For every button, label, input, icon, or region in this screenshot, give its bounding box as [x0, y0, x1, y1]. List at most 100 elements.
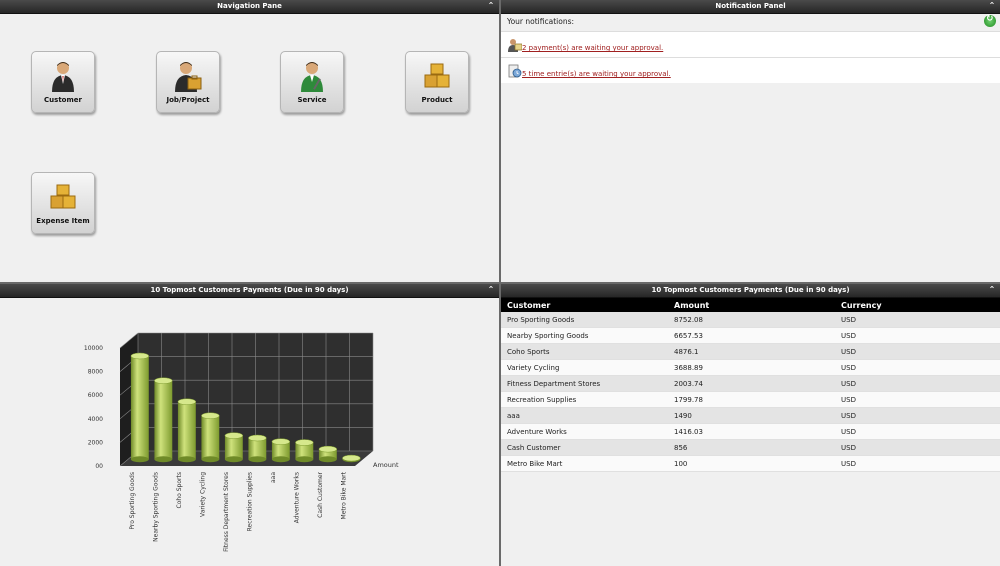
chart-bar-top	[177, 398, 197, 405]
chart-bar-base	[295, 456, 314, 463]
chart-bar	[201, 415, 220, 460]
payment-approval-link[interactable]: 2 payment(s) are waiting your approval.	[522, 44, 663, 52]
column-header-customer[interactable]: Customer	[501, 298, 668, 312]
collapse-icon[interactable]: ⌃	[486, 0, 496, 13]
y-tick-label: 6000	[88, 392, 103, 399]
table-row[interactable]: aaa 1490 USD	[501, 407, 1000, 424]
y-tick-label: 10000	[84, 345, 103, 352]
customer-cell: Metro Bike Mart	[501, 455, 668, 472]
x-tick-label: Coho Sports	[176, 472, 183, 508]
currency-cell: USD	[835, 359, 1000, 376]
notification-item: 2 payment(s) are waiting your approval.	[501, 31, 1000, 57]
customer-cell: aaa	[501, 407, 668, 424]
notification-panel-header: Notification Panel ⌃	[501, 0, 1000, 14]
currency-cell: USD	[835, 391, 1000, 408]
chart-bar	[177, 401, 196, 460]
y-tick-label: 4000	[88, 416, 103, 423]
table-row[interactable]: Fitness Department Stores 2003.74 USD	[501, 375, 1000, 392]
job-project-button[interactable]: Job/Project	[156, 51, 220, 113]
customer-cell: Coho Sports	[501, 343, 668, 360]
chart-bar-top	[271, 438, 291, 445]
chart-bar-top	[224, 432, 244, 439]
navigation-pane: Navigation Pane ⌃ Customer Job/Project S…	[0, 0, 499, 282]
amount-cell: 6657.53	[668, 327, 835, 344]
expense-item-icon	[50, 184, 76, 209]
amount-cell: 2003.74	[668, 375, 835, 392]
currency-cell: USD	[835, 343, 1000, 360]
table-row[interactable]: Recreation Supplies 1799.78 USD	[501, 391, 1000, 408]
navigation-pane-title: Navigation Pane	[217, 2, 282, 10]
payments-bar-chart: 00 2000 4000 6000 8000 10000 Pro Sporting Good…	[84, 332, 399, 552]
job-project-button-label: Job/Project	[166, 96, 210, 104]
expense-item-button[interactable]: Expense Item	[31, 172, 95, 234]
chart-bar-top	[248, 434, 267, 442]
table-row[interactable]: Coho Sports 4876.1 USD	[501, 343, 1000, 360]
amount-cell: 8752.08	[668, 312, 835, 328]
customer-cell: Pro Sporting Goods	[501, 312, 668, 328]
chart-bar-base	[271, 456, 290, 463]
customer-button[interactable]: Customer	[31, 51, 95, 113]
amount-cell: 1490	[668, 407, 835, 424]
chart-bar-base	[177, 456, 196, 463]
table-panel-header: 10 Topmost Customers Payments (Due in 90…	[501, 284, 1000, 298]
table-row[interactable]: Metro Bike Mart 100 USD	[501, 455, 1000, 472]
table-row[interactable]: Adventure Works 1416.03 USD	[501, 423, 1000, 440]
x-tick-label: Nearby Sporting Goods	[152, 472, 159, 542]
amount-cell: 100	[668, 455, 835, 472]
chart-bar-top	[318, 445, 338, 453]
chart-bar	[224, 435, 243, 460]
collapse-icon[interactable]: ⌃	[987, 284, 997, 297]
navigation-pane-header: Navigation Pane ⌃	[0, 0, 499, 14]
service-button[interactable]: Service	[280, 51, 344, 113]
table-row[interactable]: Pro Sporting Goods 8752.08 USD	[501, 312, 1000, 328]
column-header-currency[interactable]: Currency	[835, 298, 1000, 312]
chart-bar-top	[295, 439, 314, 446]
chart-panel-title: 10 Topmost Customers Payments (Due in 90…	[150, 286, 349, 294]
x-tick-label: Recreation Supplies	[246, 472, 253, 531]
expense-item-button-label: Expense Item	[36, 217, 90, 225]
amount-cell: 1799.78	[668, 391, 835, 408]
customer-cell: Adventure Works	[501, 423, 668, 440]
table-row[interactable]: Nearby Sporting Goods 6657.53 USD	[501, 327, 1000, 344]
job-project-icon	[175, 62, 202, 92]
chart-bar-base	[224, 456, 243, 463]
currency-cell: USD	[835, 375, 1000, 392]
chart-bar-base	[130, 456, 149, 463]
amount-cell: 856	[668, 439, 835, 456]
service-icon	[301, 62, 323, 92]
notification-item: 5 time entrie(s) are waiting your approv…	[501, 57, 1000, 83]
product-icon	[424, 63, 450, 88]
table-header-row: Customer Amount Currency	[501, 298, 1000, 312]
currency-cell: USD	[835, 423, 1000, 440]
customer-cell: Variety Cycling	[501, 359, 668, 376]
collapse-icon[interactable]: ⌃	[987, 0, 997, 13]
time-entry-approval-link[interactable]: 5 time entrie(s) are waiting your approv…	[522, 70, 671, 78]
customer-cell: Nearby Sporting Goods	[501, 327, 668, 344]
product-button[interactable]: Product	[405, 51, 469, 113]
table-row[interactable]: Variety Cycling 3688.89 USD	[501, 359, 1000, 376]
table-row[interactable]: Cash Customer 856 USD	[501, 439, 1000, 456]
series-label: Amount	[373, 461, 399, 469]
notifications-heading: Your notifications:	[507, 17, 575, 26]
amount-cell: 3688.89	[668, 359, 835, 376]
product-button-label: Product	[421, 96, 453, 104]
payments-table-panel: 10 Topmost Customers Payments (Due in 90…	[501, 284, 1000, 566]
x-tick-label: Variety Cycling	[199, 472, 206, 517]
collapse-icon[interactable]: ⌃	[486, 284, 496, 297]
time-entry-icon	[508, 64, 522, 78]
refresh-icon[interactable]	[984, 14, 996, 27]
x-tick-label: aaa	[270, 472, 277, 483]
x-tick-label: Cash Customer	[317, 471, 324, 517]
customer-cell: Fitness Department Stores	[501, 375, 668, 392]
chart-bar-base	[318, 456, 337, 463]
payments-table: Customer Amount Currency Pro Sporting Go…	[501, 298, 1000, 472]
chart-bar-top	[130, 352, 150, 360]
x-tick-label: Adventure Works	[293, 472, 300, 523]
amount-cell: 1416.03	[668, 423, 835, 440]
chart-bar-top	[342, 454, 361, 462]
chart-bar-base	[154, 456, 173, 463]
service-button-label: Service	[297, 96, 327, 104]
y-tick-label: 2000	[88, 439, 103, 446]
column-header-amount[interactable]: Amount	[668, 298, 835, 312]
chart-bar-top	[154, 377, 173, 384]
